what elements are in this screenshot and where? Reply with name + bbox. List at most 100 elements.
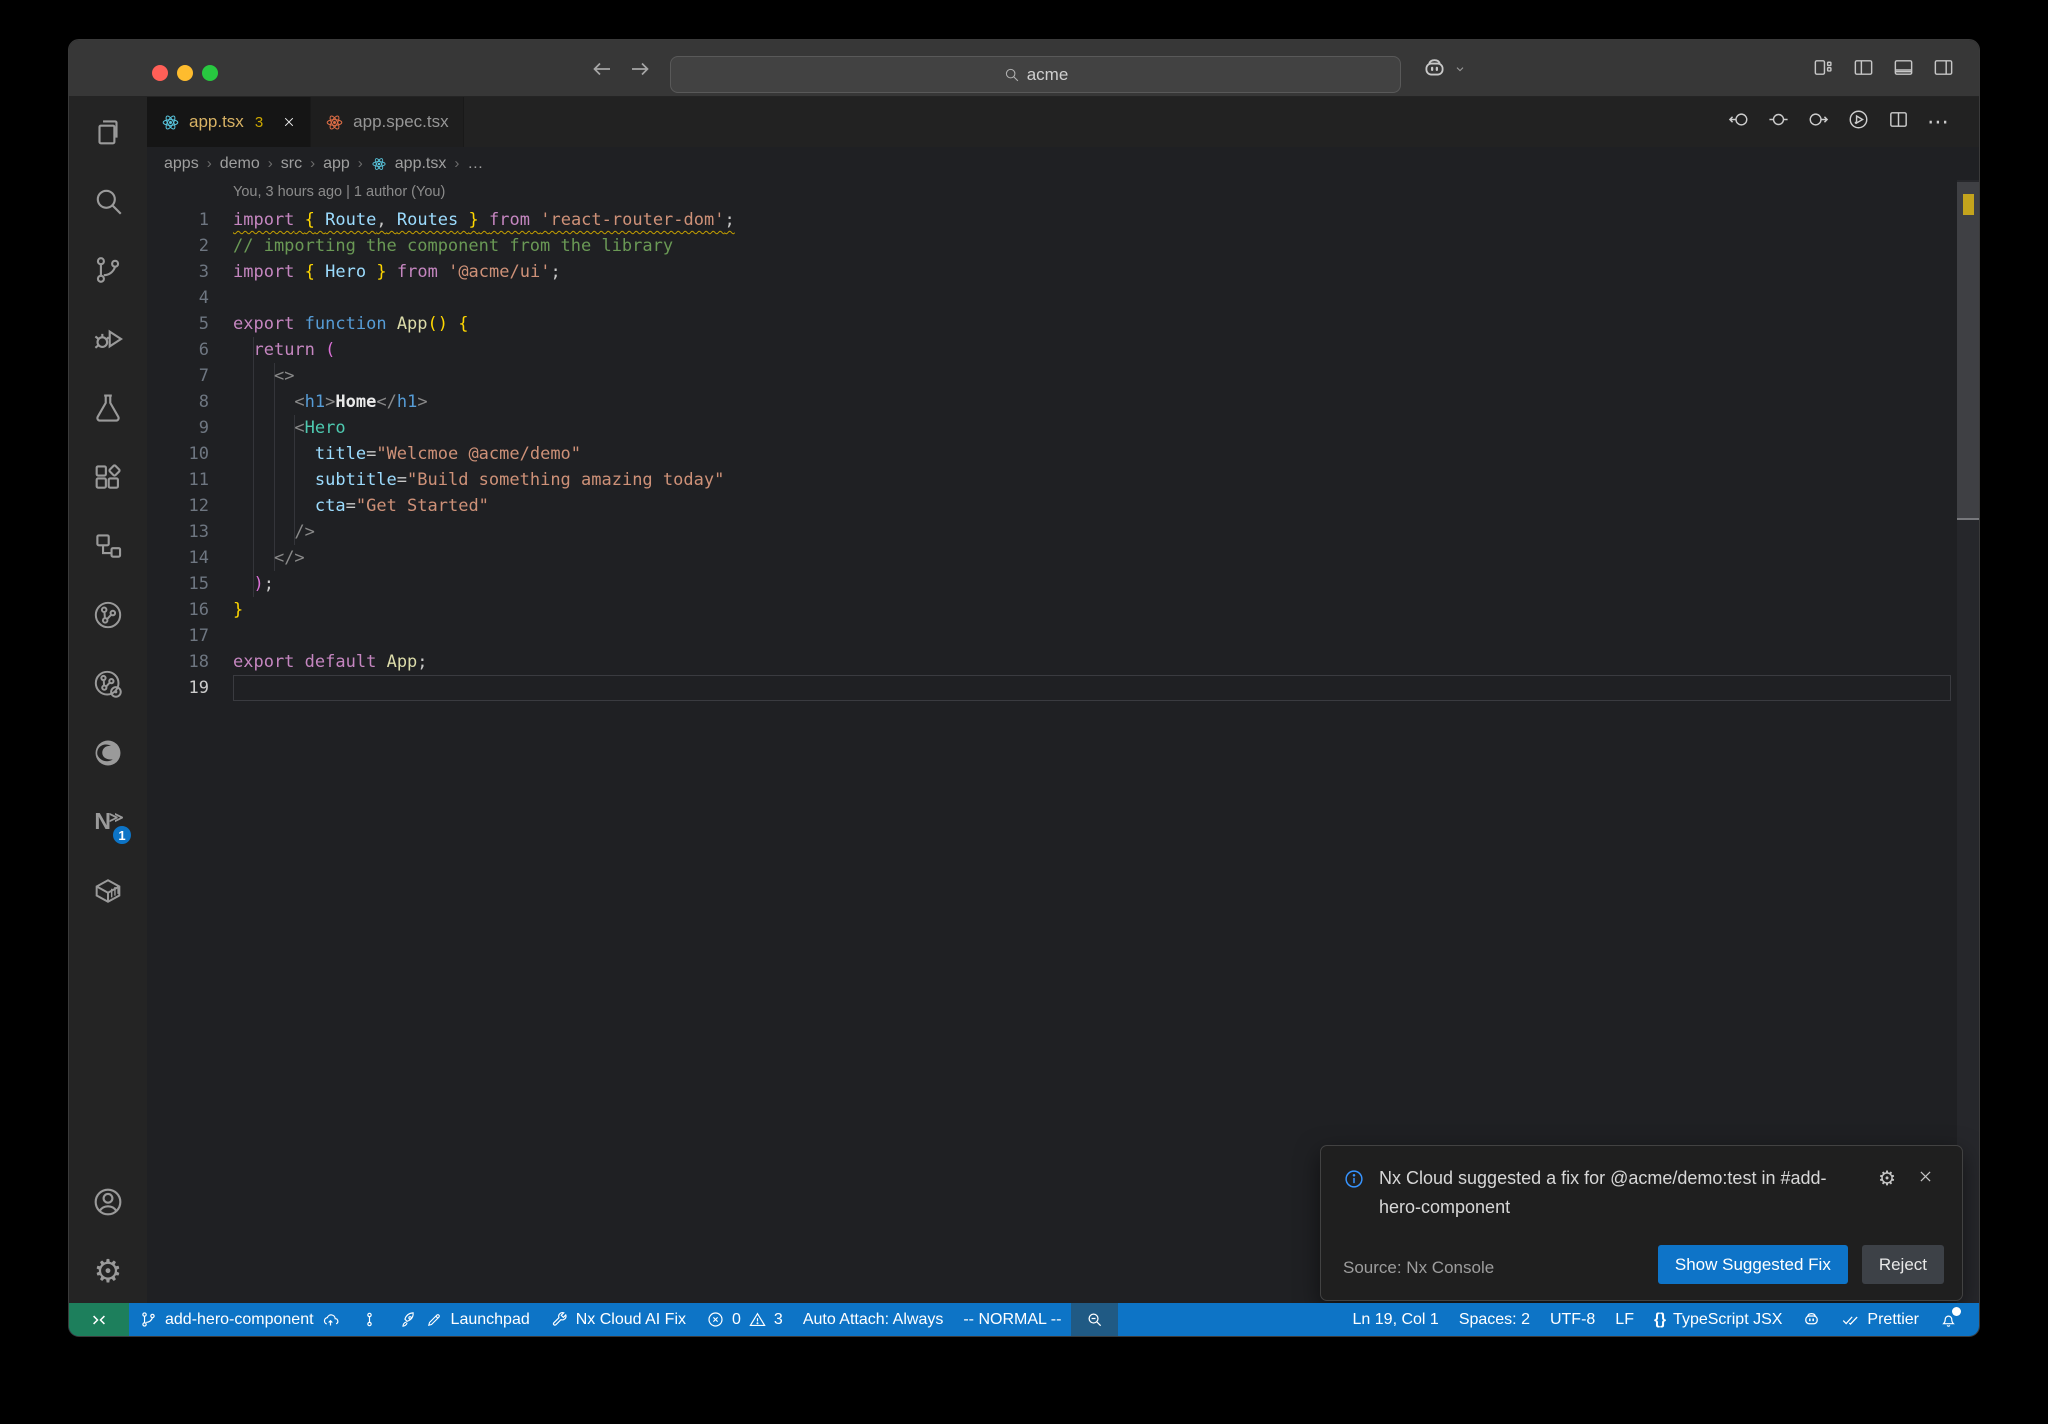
status-item-nx-cloud-ai-fix[interactable]: Nx Cloud AI Fix	[540, 1303, 696, 1336]
toggle-secondary-sidebar-button[interactable]	[1932, 56, 1955, 84]
code-line-content: <Hero	[294, 418, 346, 438]
toggle-primary-sidebar-button[interactable]	[1852, 56, 1875, 84]
code-line-9: 9 <Hero	[147, 415, 1979, 441]
codelens-blame[interactable]: You, 3 hours ago | 1 author (You)	[233, 184, 445, 200]
breadcrumb-symbol[interactable]: …	[467, 155, 483, 173]
activity-item-gitlens-inspect[interactable]	[69, 649, 147, 718]
activity-badge: 1	[111, 824, 133, 846]
status-label: LF	[1615, 1310, 1634, 1328]
search-icon	[96, 189, 122, 215]
close-window-button[interactable]	[152, 65, 168, 81]
code-line-content: <h1>Home</h1>	[294, 392, 428, 412]
line-number: 1	[198, 210, 209, 230]
activity-item-edge-tools[interactable]	[69, 718, 147, 787]
error-count: 0	[732, 1310, 741, 1328]
status-item-auto-attach[interactable]: Auto Attach: Always	[793, 1303, 954, 1336]
overview-warning-marker	[1963, 194, 1974, 215]
breadcrumb[interactable]: apps › demo › src › app › app.tsx ›…	[147, 147, 1979, 180]
line-number: 7	[198, 366, 209, 386]
error-icon	[708, 1312, 723, 1327]
code-line-10: 10 title="Welcmoe @acme/demo"	[147, 441, 1979, 467]
code-editor[interactable]: You, 3 hours ago | 1 author (You) 1 impor…	[147, 180, 1979, 1305]
breadcrumb-separator: ›	[267, 155, 273, 172]
show-suggested-fix-button[interactable]: Show Suggested Fix	[1657, 1245, 1848, 1284]
maximize-window-button[interactable]	[202, 65, 218, 81]
activity-item-accounts[interactable]	[69, 1167, 147, 1236]
status-label: TypeScript JSX	[1673, 1310, 1783, 1328]
nav-location-circle-button[interactable]	[1767, 108, 1790, 136]
status-item-cursor-position[interactable]: Ln 19, Col 1	[1343, 1303, 1449, 1336]
split-editor-button[interactable]	[1887, 108, 1910, 136]
activity-item-project-graph[interactable]	[69, 511, 147, 580]
breadcrumb-item-demo[interactable]: demo	[220, 155, 260, 173]
tab-app.tsx[interactable]: app.tsx 3	[147, 97, 312, 147]
status-item-vim-mode[interactable]: -- NORMAL --	[953, 1303, 1071, 1336]
code-line-content: />	[294, 522, 315, 542]
react-icon	[372, 156, 386, 171]
breadcrumb-item-app[interactable]: app	[323, 155, 350, 173]
line-number: 16	[188, 600, 209, 620]
line-number: 9	[198, 418, 209, 438]
tab-close-icon[interactable]	[282, 115, 296, 129]
breadcrumb-item-apps[interactable]: apps	[164, 155, 199, 173]
code-line-1: 1 import { Route, Routes } from 'react-ro…	[147, 207, 1979, 233]
titlebar: acme	[69, 40, 1979, 97]
code-line-12: 12 cta="Get Started"	[147, 493, 1979, 519]
status-item-launchpad[interactable]: Launchpad	[389, 1303, 540, 1336]
status-item-formatter[interactable]: Prettier	[1831, 1303, 1929, 1336]
minimize-window-button[interactable]	[177, 65, 193, 81]
status-label: Ln 19, Col 1	[1352, 1310, 1439, 1328]
activity-item-settings[interactable]: ⚙	[69, 1236, 147, 1305]
status-item-commit-graph[interactable]	[350, 1303, 389, 1336]
status-item-problems[interactable]: 03	[696, 1303, 793, 1336]
history-back-button[interactable]	[589, 56, 615, 82]
status-item-encoding[interactable]: UTF-8	[1540, 1303, 1605, 1336]
scrollbar-thumb[interactable]	[1957, 182, 1979, 518]
status-item-language-mode[interactable]: {} TypeScript JSX	[1644, 1303, 1792, 1336]
reject-button[interactable]: Reject	[1861, 1245, 1944, 1284]
layout-controls	[1812, 56, 1955, 84]
status-item-branch[interactable]: add-hero-component	[129, 1303, 350, 1336]
status-item-copilot-status[interactable]	[1792, 1303, 1831, 1336]
activity-item-testing[interactable]	[69, 373, 147, 442]
more-actions-button[interactable]: ⋯	[1927, 110, 1949, 135]
activity-item-explorer[interactable]	[69, 97, 147, 166]
status-item-indentation[interactable]: Spaces: 2	[1449, 1303, 1540, 1336]
chevron-down-icon[interactable]	[1452, 61, 1468, 77]
status-item-eol[interactable]: LF	[1605, 1303, 1644, 1336]
scrollbar-track[interactable]	[1957, 180, 1979, 1305]
activity-item-search[interactable]	[69, 166, 147, 235]
notification-gear-icon[interactable]: ⚙	[1878, 1166, 1896, 1190]
code-line-15: 15 );	[147, 571, 1979, 597]
remote-indicator[interactable]	[69, 1303, 129, 1336]
activity-item-run-and-debug[interactable]	[69, 304, 147, 373]
run-file-button[interactable]	[1847, 108, 1870, 136]
code-line-18: 18 export default App;	[147, 649, 1979, 675]
history-forward-button[interactable]	[627, 56, 653, 82]
activity-item-extensions[interactable]	[69, 442, 147, 511]
command-center-search[interactable]: acme	[670, 56, 1401, 93]
activity-item-source-control[interactable]	[69, 235, 147, 304]
customize-layout-button[interactable]	[1812, 56, 1835, 84]
breadcrumb-file[interactable]: app.tsx	[395, 155, 447, 173]
activity-item-containers[interactable]	[69, 856, 147, 925]
notification-close-icon[interactable]	[1917, 1168, 1934, 1185]
react-icon	[162, 113, 179, 131]
line-number: 4	[198, 288, 209, 308]
status-item-zoom-indicator[interactable]	[1071, 1303, 1119, 1336]
extensions-icon	[95, 463, 122, 489]
debug-icon	[94, 330, 123, 349]
code-line-19: 19	[147, 675, 1979, 701]
breadcrumb-separator: ›	[454, 155, 460, 172]
wrench-icon	[552, 1312, 567, 1326]
status-item-notifications-bell[interactable]	[1929, 1303, 1969, 1336]
activity-item-gitlens[interactable]	[69, 580, 147, 649]
tab-app.spec.tsx[interactable]: app.spec.tsx	[311, 97, 464, 147]
breadcrumb-item-src[interactable]: src	[281, 155, 302, 173]
activity-item-nx-console[interactable]: N≫ 1	[69, 787, 147, 856]
nav-forward-circle-button[interactable]	[1807, 108, 1830, 136]
nav-back-circle-button[interactable]	[1727, 108, 1750, 136]
copilot-icon[interactable]	[1421, 55, 1448, 82]
toggle-panel-button[interactable]	[1892, 56, 1915, 84]
layout-left-icon	[1854, 60, 1873, 75]
